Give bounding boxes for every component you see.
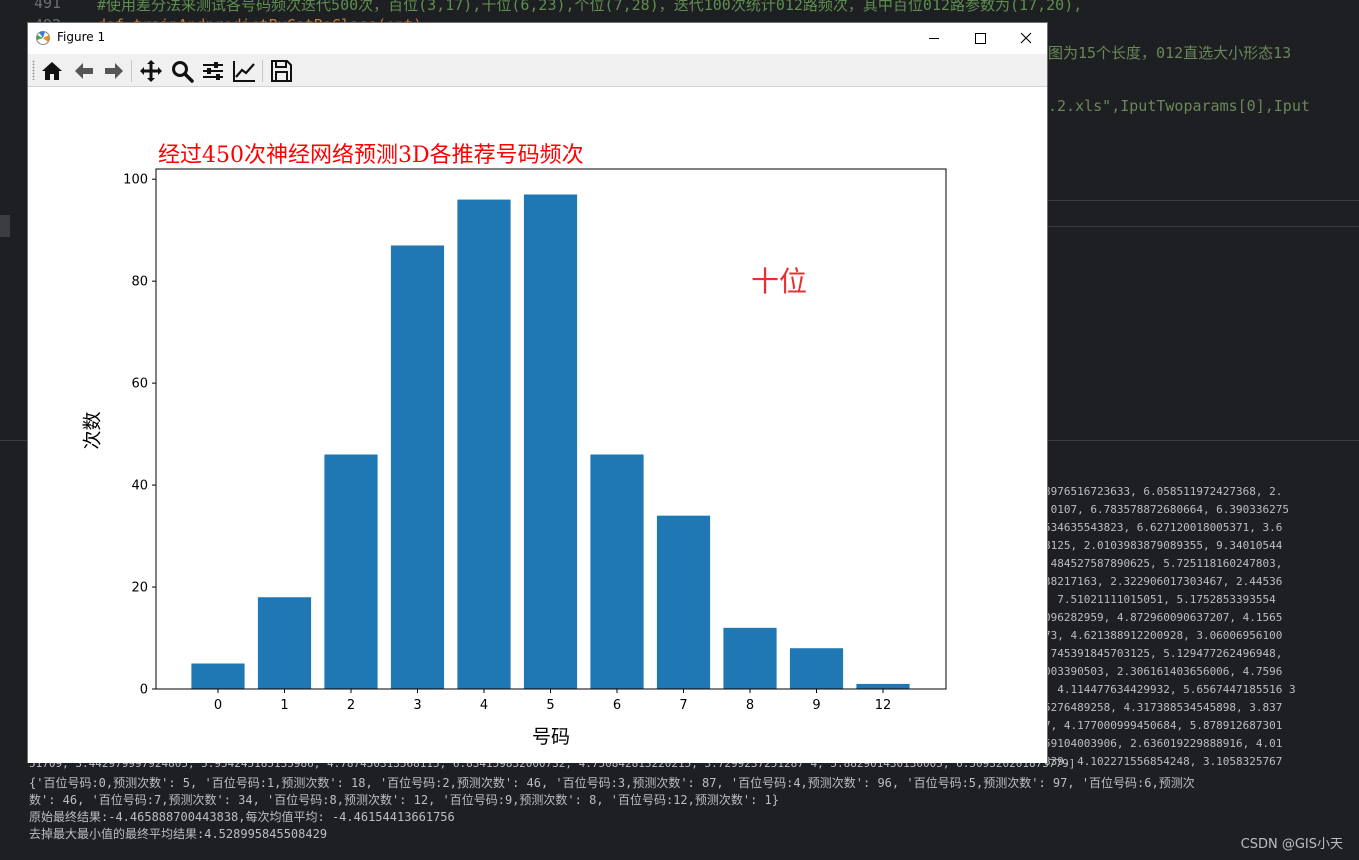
x-tick-label: 6 [613,698,621,713]
x-tick-label: 3 [413,698,421,713]
console-line: 8125, 2.0103983879089355, 9.34010544 [1044,539,1283,552]
home-icon [42,62,62,80]
x-tick-label: 2 [347,698,355,713]
x-axis-label: 号码 [532,726,571,748]
forward-button[interactable] [101,58,127,84]
maximize-button[interactable] [957,23,1003,54]
minimize-icon [929,38,939,39]
console-line: 59104003906, 2.636019229888916, 4.01 [1044,737,1283,750]
console-line: 原始最终结果:-4.465888700443838,每次均值平均: -4.461… [29,810,455,824]
minimize-button[interactable] [911,23,957,54]
bar-0 [191,663,245,689]
chart-annotation: 十位 [751,265,808,298]
y-tick-label: 100 [123,173,148,188]
code-line: #使用差分法来测试各号码频次迭代500次，百位(3,17),十位(6,23),个… [97,0,1083,14]
console-line: . 4.114477634429932, 5.6567447185516 3 [1044,683,1296,696]
toolbar-separator [262,60,263,82]
console-line: 8976516723633, 6.058511972427368, 2. [1044,485,1283,498]
bar-1 [257,597,312,689]
home-button[interactable] [39,58,65,84]
bar-4 [457,199,511,689]
console-line: 096282959, 4.872960090637207, 4.1565 [1044,611,1283,624]
y-tick-label: 20 [131,581,148,596]
toolbar-grip[interactable] [32,60,35,80]
figure-window[interactable]: Figure 1 经过450次神经网络预测3D各推荐号码频次 0 1 2 3 4… [27,22,1048,763]
bar-3 [390,245,445,689]
arrow-left-icon [75,63,93,79]
title-bar[interactable]: Figure 1 [28,23,1047,54]
console-line: {'百位号码:0,预测次数': 5, '百位号码:1,预测次数': 18, '百… [29,776,1195,790]
console-line: 去掉最大最小值的最终平均结果:4.528995845508429 [29,827,328,841]
bar-5 [523,194,578,689]
move-icon [140,60,162,82]
code-snippet: .2.xls",IputTwoparams[0],Iput [1048,97,1310,115]
y-tick-label: 80 [131,275,148,290]
magnifier-icon [172,61,194,83]
bar-12 [856,683,910,689]
edit-axes-button[interactable] [231,58,257,84]
code-snippet: 图为15个长度，012直选大小形态13 [1048,44,1292,62]
plot-canvas[interactable]: 经过450次神经网络预测3D各推荐号码频次 0 1 2 3 4 5 6 7 8 9 12 0 20 40 6… [28,87,1047,763]
back-button[interactable] [71,58,97,84]
bar-8 [723,627,777,689]
subplots-button[interactable] [200,58,226,84]
console-line: 7, 4.177000999450684, 5.878912687301 [1044,719,1283,732]
console-line: .745391845703125, 5.129477262496948, [1044,647,1283,660]
bar-6 [590,454,644,689]
y-tick-label: 40 [131,479,148,494]
close-button[interactable] [1003,23,1049,54]
x-tick-label: 1 [280,698,288,713]
window-title: Figure 1 [57,30,106,44]
x-tick-label: 7 [679,698,687,713]
bar-2 [324,454,378,689]
x-tick-label: 12 [875,698,892,713]
console-line: 003390503, 2.306161403656006, 4.7596 [1044,665,1283,678]
console-line: 839, 4.102271556854248, 3.1058325767 [1044,755,1283,768]
x-tick-label: 9 [812,698,820,713]
editor-divider [1048,226,1359,227]
editor-divider [1048,200,1359,201]
bar-7 [656,515,711,689]
line-number: 491 [34,0,62,12]
sliders-icon [203,62,223,80]
pan-button[interactable] [138,58,164,84]
y-tick-label: 0 [140,683,148,698]
arrow-right-icon [105,63,123,79]
x-tick-label: 4 [480,698,488,713]
console-line: 534635543823, 6.627120018005371, 3.6 [1044,521,1283,534]
console-line: 5276489258, 4.317388534545898, 3.837 [1044,701,1283,714]
console-line: 38217163, 2.322906017303467, 2.44536 [1044,575,1283,588]
matplotlib-app-icon [36,31,50,45]
console-line: .0107, 6.783578872680664, 6.390336275 [1044,503,1290,516]
gutter-marker [0,215,10,237]
x-tick-label: 0 [214,698,222,713]
zoom-button[interactable] [169,58,195,84]
x-tick-label: 5 [546,698,554,713]
x-tick-label: 8 [746,698,754,713]
y-tick-label: 60 [131,377,148,392]
y-axis-label: 次数 [81,411,104,450]
chart-line-icon [233,61,255,82]
bar-chart: 0 1 2 3 4 5 6 7 8 9 12020406080100 [123,168,947,713]
console-line: 73, 4.621388912200928, 3.06006956100 [1044,629,1283,642]
navigation-toolbar [28,54,1047,87]
console-line: 数': 46, '百位号码:7,预测次数': 34, '百位号码:8,预测次数'… [29,793,780,807]
console-line: . 7.51021111015051, 5.1752853393554 [1044,593,1276,606]
console-line: .484527587890625, 5.725118160247803, [1044,557,1283,570]
close-icon [1020,32,1032,44]
bar-9 [789,648,844,689]
maximize-icon [975,33,986,44]
toolbar-separator [131,60,132,82]
save-icon [271,60,292,82]
watermark: CSDN @GIS小天 [1240,837,1343,852]
save-button[interactable] [268,58,294,84]
